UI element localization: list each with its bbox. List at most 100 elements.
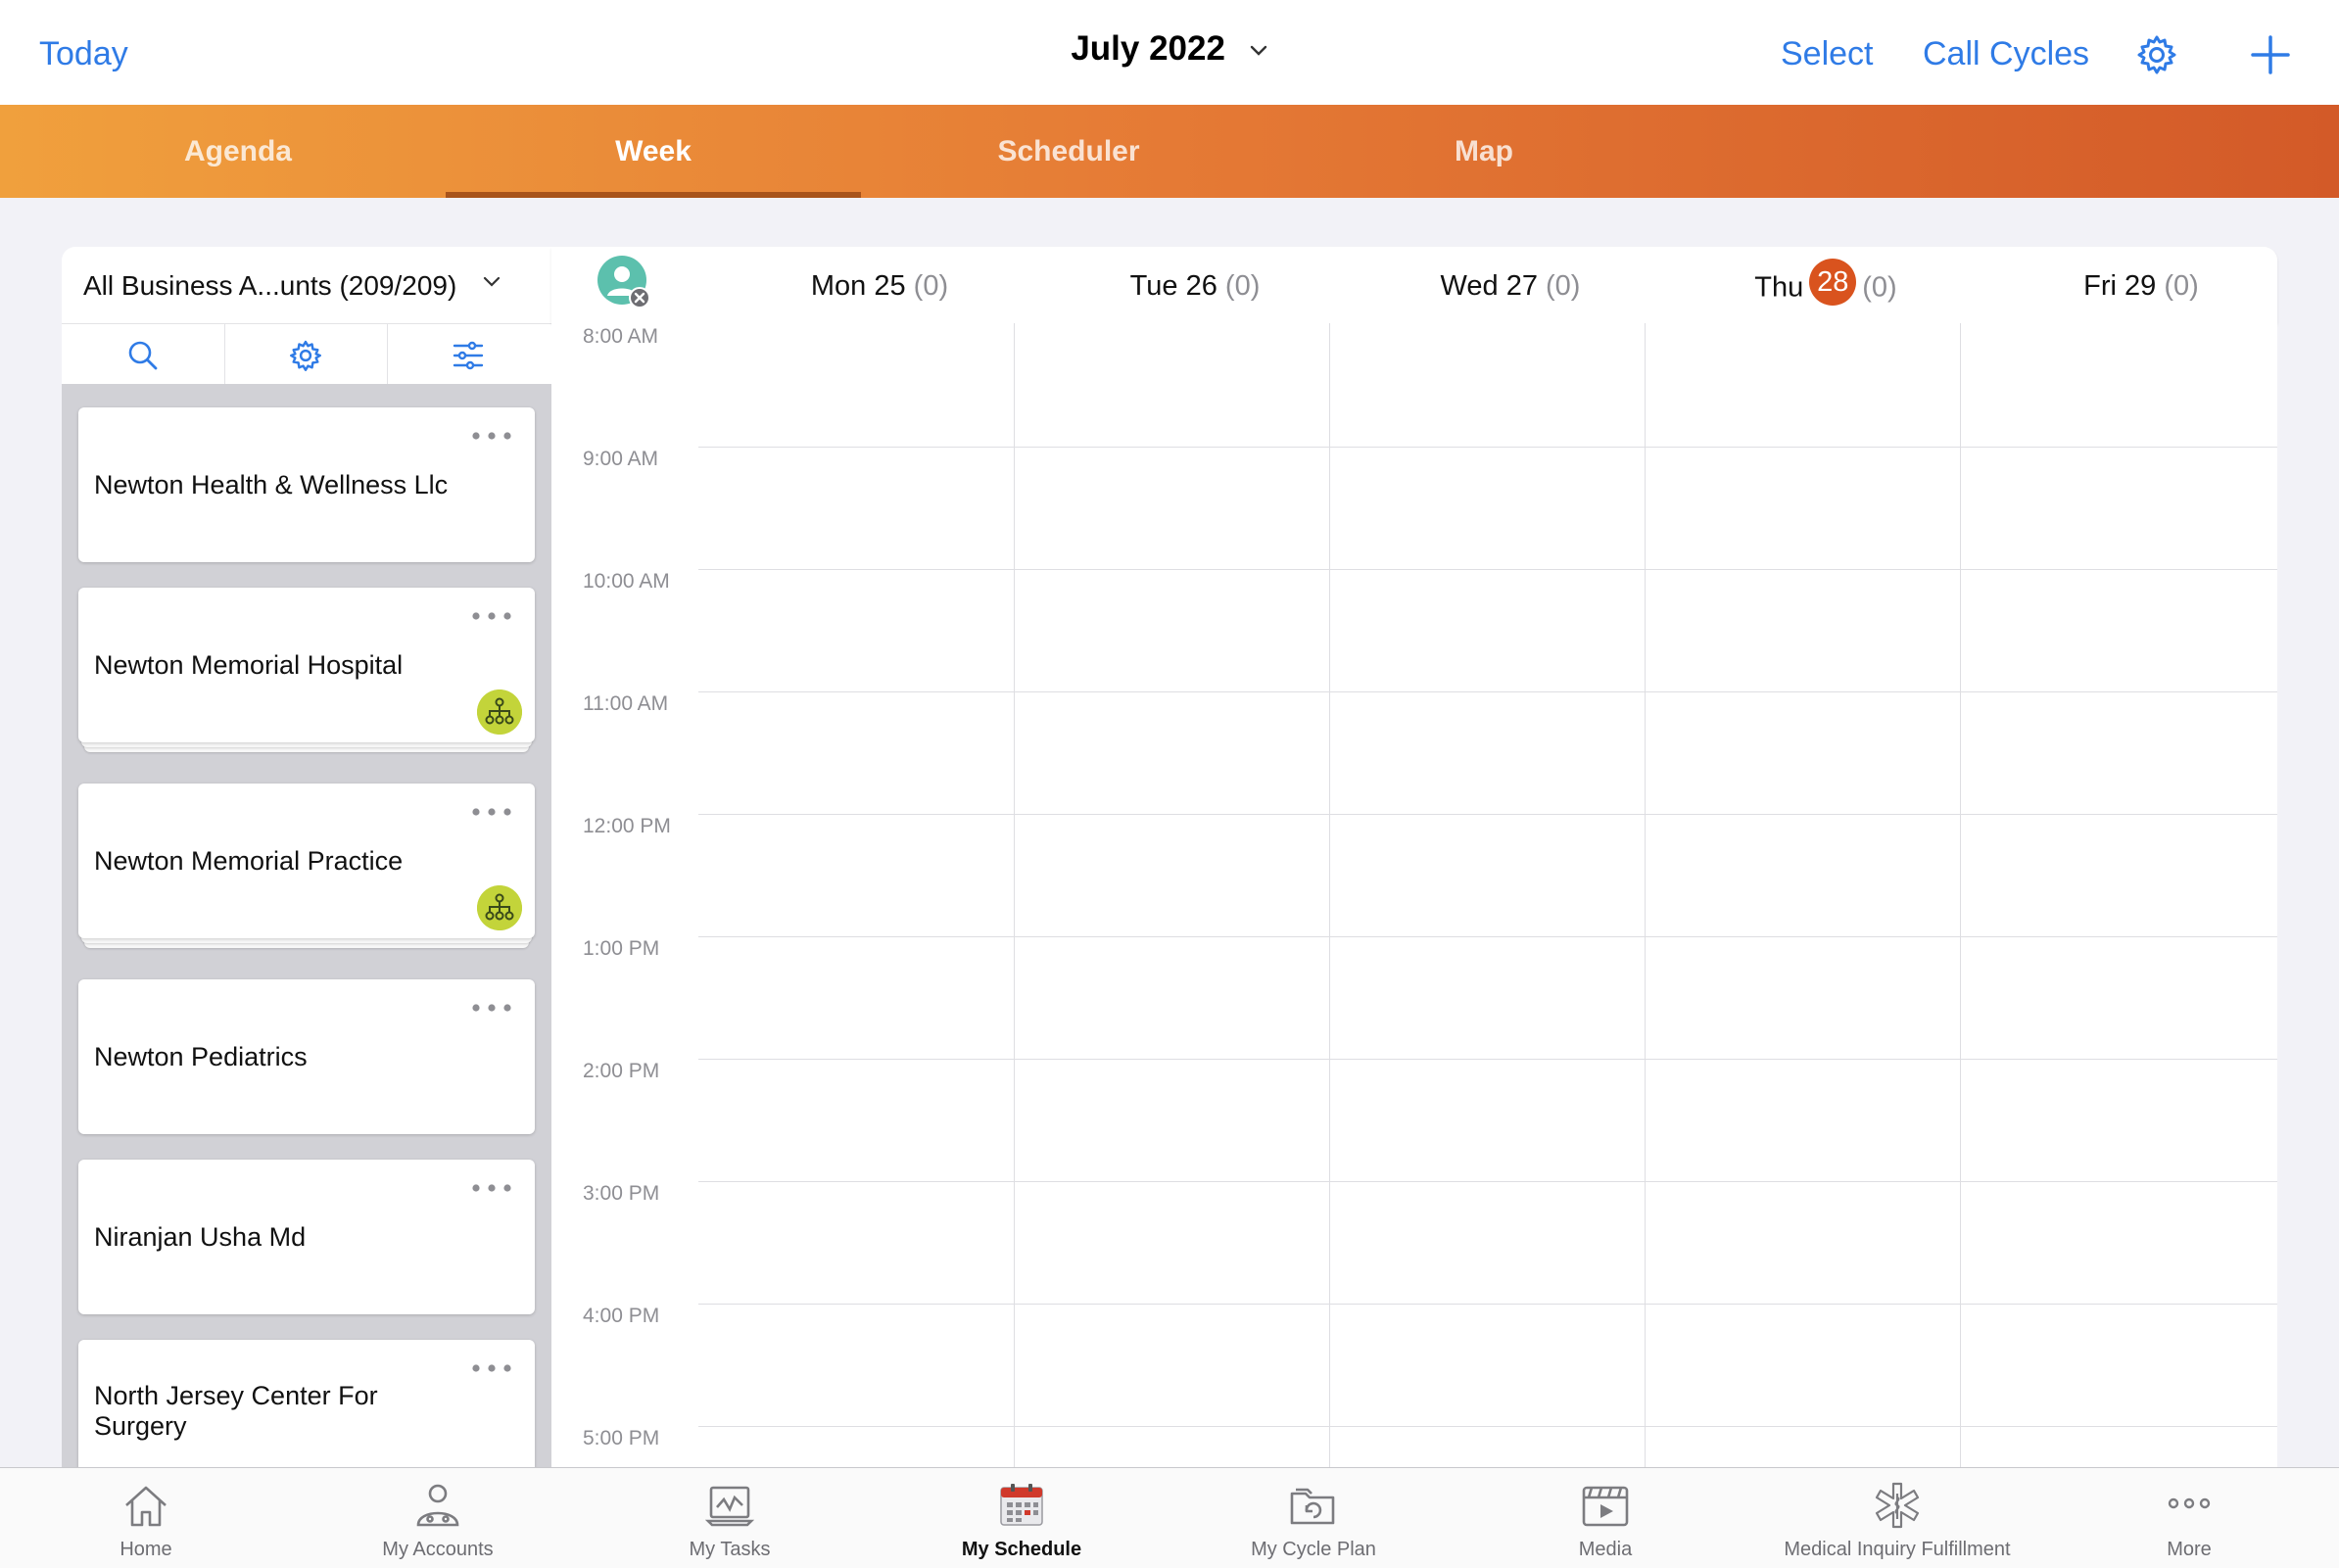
hierarchy-icon[interactable] <box>477 885 522 930</box>
time-label: 3:00 PM <box>583 1182 660 1205</box>
more-options-icon[interactable] <box>470 1363 513 1373</box>
bottom-tab-label: Home <box>119 1539 172 1560</box>
day-header-thu[interactable]: Thu 28 (0) <box>1694 259 1958 308</box>
account-card[interactable]: Niranjan Usha Md <box>78 1160 535 1314</box>
bottom-tab-my-tasks[interactable]: My Tasks <box>584 1468 876 1568</box>
bottom-tab-label: More <box>2167 1539 2212 1560</box>
time-label: 2:00 PM <box>583 1060 660 1082</box>
account-card[interactable]: Newton Memorial Hospital <box>78 588 535 742</box>
account-name: Newton Pediatrics <box>94 1042 308 1071</box>
more-options-icon[interactable] <box>470 807 513 817</box>
tasks-icon <box>704 1486 755 1527</box>
tab-agenda[interactable]: Agenda <box>30 105 446 198</box>
time-label: 10:00 AM <box>583 570 670 593</box>
account-name: North Jersey Center For Surgery <box>94 1381 378 1441</box>
bottom-tab-my-schedule[interactable]: My Schedule <box>876 1468 1168 1568</box>
tab-label: Scheduler <box>997 135 1140 167</box>
bottom-tab-label: Media <box>1578 1539 1633 1560</box>
week-grid[interactable]: 8:00 AM 9:00 AM 10:00 AM 11:00 AM 12:00 … <box>551 323 2277 1467</box>
active-tab-indicator <box>446 192 861 198</box>
account-name: Niranjan Usha Md <box>94 1222 307 1252</box>
account-name: Newton Health & Wellness Llc <box>94 470 449 499</box>
day-label: Tue 26 <box>1129 270 1217 302</box>
day-label: Thu <box>1754 271 1804 304</box>
account-card[interactable]: Newton Pediatrics <box>78 979 535 1134</box>
filter-button[interactable] <box>387 324 549 385</box>
hour-line <box>698 814 2277 815</box>
time-label: 4:00 PM <box>583 1305 660 1327</box>
today-button[interactable]: Today <box>39 35 128 73</box>
bottom-tab-bar: Home My Accounts My Tasks My Schedule My… <box>0 1467 2339 1568</box>
hour-line <box>698 1181 2277 1182</box>
top-navigation-bar: Today July 2022 Select Call Cycles <box>0 0 2339 105</box>
bottom-tab-label: My Schedule <box>961 1539 1082 1560</box>
sliders-icon <box>453 341 484 370</box>
hour-line <box>698 1304 2277 1305</box>
select-button[interactable]: Select <box>1781 35 1874 73</box>
day-header-wed[interactable]: Wed 27 (0) <box>1378 270 1643 303</box>
hour-line <box>698 1426 2277 1427</box>
day-count: (0) <box>1224 270 1261 302</box>
tab-label: Agenda <box>183 135 292 167</box>
call-cycles-button[interactable]: Call Cycles <box>1923 35 2089 73</box>
bottom-tab-home[interactable]: Home <box>0 1468 292 1568</box>
account-card[interactable]: Newton Health & Wellness Llc <box>78 407 535 562</box>
bottom-tab-my-cycle-plan[interactable]: My Cycle Plan <box>1168 1468 1459 1568</box>
user-filter-icon[interactable] <box>597 255 651 309</box>
sidebar-settings-button[interactable] <box>224 324 388 385</box>
bottom-tab-more[interactable]: More <box>2043 1468 2335 1568</box>
day-header-mon[interactable]: Mon 25 (0) <box>747 270 1012 303</box>
gear-icon[interactable] <box>2135 33 2178 76</box>
tab-map[interactable]: Map <box>1276 105 1692 198</box>
hour-line <box>698 447 2277 448</box>
bottom-tab-label: My Accounts <box>382 1539 494 1560</box>
account-name: Newton Memorial Practice <box>94 846 404 876</box>
day-divider <box>1329 323 1330 1467</box>
day-count: (0) <box>1546 270 1581 302</box>
view-tabs: Agenda Week Scheduler Map <box>0 105 2339 198</box>
tab-scheduler[interactable]: Scheduler <box>861 105 1276 198</box>
hour-line <box>698 569 2277 570</box>
hierarchy-icon[interactable] <box>477 689 522 735</box>
hour-line <box>698 936 2277 937</box>
account-filter-label: All Business A...unts (209/209) <box>83 270 457 301</box>
chevron-down-icon <box>1250 45 1266 56</box>
cycle-plan-icon <box>1290 1488 1335 1525</box>
account-card[interactable]: North Jersey Center For Surgery <box>78 1340 535 1467</box>
month-picker-button[interactable]: July 2022 <box>1071 29 1267 68</box>
bottom-tab-label: My Cycle Plan <box>1251 1539 1376 1560</box>
bottom-tab-my-accounts[interactable]: My Accounts <box>292 1468 584 1568</box>
time-label: 11:00 AM <box>583 692 669 715</box>
more-options-icon[interactable] <box>470 1003 513 1013</box>
time-label: 9:00 AM <box>583 448 659 470</box>
more-options-icon[interactable] <box>470 611 513 621</box>
chevron-down-icon <box>483 276 501 287</box>
today-badge: 28 <box>1809 259 1857 306</box>
account-card[interactable]: Newton Memorial Practice <box>78 784 535 938</box>
time-label: 1:00 PM <box>583 937 660 960</box>
day-count: (0) <box>2164 270 2199 302</box>
hour-line <box>698 1059 2277 1060</box>
bottom-tab-medical-inquiry[interactable]: Medical Inquiry Fulfillment <box>1751 1468 2043 1568</box>
more-icon <box>2168 1497 2211 1509</box>
day-header-fri[interactable]: Fri 29 (0) <box>2009 270 2273 303</box>
gear-icon <box>290 340 321 371</box>
account-list: Newton Health & Wellness Llc Newton Memo… <box>62 384 551 1467</box>
day-count: (0) <box>913 270 949 302</box>
hour-line <box>698 691 2277 692</box>
day-header-tue[interactable]: Tue 26 (0) <box>1063 270 1327 303</box>
tab-week[interactable]: Week <box>446 105 861 198</box>
sidebar-toolbar <box>62 323 551 386</box>
more-options-icon[interactable] <box>470 1183 513 1193</box>
account-filter-dropdown[interactable]: All Business A...unts (209/209) <box>62 247 551 323</box>
media-icon <box>1582 1486 1629 1527</box>
bottom-tab-label: Medical Inquiry Fulfillment <box>1784 1539 2011 1560</box>
time-label: 12:00 PM <box>583 815 671 837</box>
calendar-icon <box>1000 1484 1043 1526</box>
search-button[interactable] <box>62 324 225 385</box>
more-options-icon[interactable] <box>470 431 513 441</box>
account-name: Newton Memorial Hospital <box>94 650 404 680</box>
bottom-tab-label: My Tasks <box>689 1539 771 1560</box>
bottom-tab-media[interactable]: Media <box>1459 1468 1751 1568</box>
add-icon[interactable] <box>2249 33 2292 76</box>
